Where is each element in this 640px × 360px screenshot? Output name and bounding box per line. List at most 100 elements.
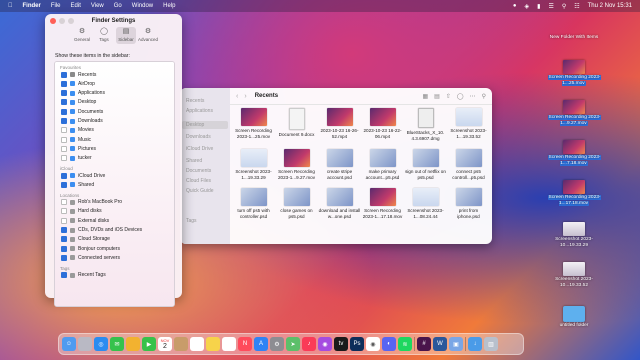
tab-tags[interactable]: ◯ Tags [94, 27, 114, 44]
menu-clock[interactable]: Thu 2 Nov 15:31 [588, 3, 632, 9]
more-icon[interactable]: ⋯ [470, 93, 476, 100]
checkbox[interactable] [61, 145, 67, 152]
dock-appstore-icon[interactable]: A [254, 337, 268, 351]
sidebar-hint[interactable]: Desktop [186, 122, 204, 128]
sidebar-hint[interactable]: Quick Guide [186, 188, 214, 194]
tab-general[interactable]: ⚙ General [72, 27, 92, 44]
sidebar-hint[interactable]: Documents [186, 168, 211, 174]
search-icon[interactable]: ⚲ [482, 93, 486, 100]
checkbox[interactable] [61, 90, 67, 97]
file-item[interactable]: Screen Recording 2023-1...25.mov [232, 108, 275, 141]
menu-file[interactable]: File [51, 3, 61, 9]
apple-menu-icon[interactable]:  [8, 3, 13, 9]
sidebar-option-favourites[interactable]: Documents [61, 108, 103, 115]
dock-discord-icon[interactable]: ◐ [382, 337, 396, 351]
sidebar-option-favourites[interactable]: AirDrop [61, 80, 95, 87]
dock-maps-icon[interactable]: ➤ [286, 337, 300, 351]
forward-icon[interactable]: › [244, 93, 246, 100]
dock-contacts-icon[interactable] [174, 337, 188, 351]
sidebar-option-favourites[interactable]: Desktop [61, 99, 96, 106]
checkbox[interactable] [61, 236, 67, 243]
checkbox[interactable] [61, 199, 67, 206]
sidebar-option-locations[interactable]: External disks [61, 217, 109, 224]
checkbox[interactable] [61, 254, 67, 261]
menu-edit[interactable]: Edit [71, 3, 81, 9]
dock-tv-icon[interactable]: tv [334, 337, 348, 351]
search-icon[interactable]: ⚲ [562, 3, 566, 10]
tab-sidebar[interactable]: ▤ Sidebar [116, 27, 136, 44]
dock-facetime-icon[interactable]: ▶ [142, 337, 156, 351]
sidebar-option-tags[interactable]: Recent Tags [61, 272, 106, 279]
file-item[interactable]: print from iphone.psd [447, 188, 490, 219]
dock-spotify-icon[interactable]: ≋ [398, 337, 412, 351]
dock-word-icon[interactable]: W [433, 337, 447, 351]
share-icon[interactable]: ⇧ [446, 93, 451, 100]
sidebar-hint[interactable]: Cloud Files [186, 178, 211, 184]
checkbox[interactable] [61, 118, 67, 124]
dock-trash-icon[interactable]: ▥ [484, 337, 498, 351]
dock-messages-icon[interactable]: ✉ [110, 337, 124, 351]
desktop-item[interactable]: Screen Recording 2023-1...17.18.mov [544, 180, 604, 206]
sidebar-hint[interactable]: Applications [186, 108, 213, 114]
file-item[interactable]: sign out of netflix on ps5.psd [404, 149, 447, 180]
file-item[interactable]: close games on ps5.psd [275, 188, 318, 219]
desktop-item[interactable]: Screen Recording 2023-1...9.27.mov [544, 100, 604, 126]
menu-app-name[interactable]: Finder [23, 3, 41, 9]
sidebar-hint[interactable]: Downloads [186, 134, 211, 140]
checkbox[interactable] [61, 172, 67, 179]
finder-settings-window[interactable]: Finder Settings ⚙ General ◯ Tags ▤ Sidebar … [45, 14, 182, 307]
sidebar-option-locations[interactable]: Cloud Storage [61, 236, 110, 243]
menu-help[interactable]: Help [163, 3, 175, 9]
file-item[interactable]: 2023-10-23 16-22-06.mp4 [361, 108, 404, 141]
checkbox[interactable] [61, 127, 67, 134]
sidebar-option-favourites[interactable]: Applications [61, 90, 105, 97]
dock-music-icon[interactable]: ♪ [302, 337, 316, 351]
dock-calendar-icon[interactable]: NOV 2 [158, 337, 172, 351]
file-item[interactable]: Screenshot 2023-1...19.33.52 [447, 108, 490, 141]
dock-slack-icon[interactable]: # [417, 337, 431, 351]
dock-notes-icon[interactable] [206, 337, 220, 351]
sidebar-hint[interactable]: Recents [186, 98, 204, 104]
file-item[interactable]: Screen Recording 2023-1...9.27.mov [275, 149, 318, 180]
menu-view[interactable]: View [91, 3, 104, 9]
checkbox[interactable] [61, 71, 67, 78]
file-item[interactable]: Screen Recording 2023-1...17.18.mov [361, 188, 404, 219]
file-item[interactable]: make primary account...p5.psd [361, 149, 404, 180]
checkbox[interactable] [61, 108, 67, 115]
checkbox[interactable] [61, 80, 67, 87]
tag-icon[interactable]: ◯ [457, 93, 464, 100]
bluetooth-icon[interactable]: ◈ [525, 3, 530, 10]
sidebar-option-locations[interactable]: Hard disks [61, 208, 102, 215]
sidebar-option-locations[interactable]: Connected servers [61, 254, 120, 261]
tab-advanced[interactable]: ⚙ Advanced [138, 27, 158, 44]
desktop-item[interactable]: Screenshot 2023-10...19.33.29 [544, 222, 604, 248]
file-item[interactable]: Document 9.docx [275, 108, 318, 141]
sidebar-option-icloud[interactable]: Shared [61, 181, 94, 188]
dock-podcasts-icon[interactable]: ◉ [318, 337, 332, 351]
sidebar-option-icloud[interactable]: iCloud Drive [61, 172, 105, 179]
control-center-icon[interactable]: ☷ [574, 3, 579, 10]
wifi-icon[interactable]: ☰ [548, 3, 553, 10]
view-grid-icon[interactable]: ▦ [423, 93, 429, 100]
dock-news-icon[interactable]: N [238, 337, 252, 351]
dock-launchpad-icon[interactable] [78, 337, 92, 351]
battery-icon[interactable]: ▮ [537, 3, 540, 10]
sidebar-option-favourites[interactable]: Movies [61, 127, 94, 134]
sidebar-option-favourites[interactable]: Pictures [61, 145, 96, 152]
dock-finder-icon[interactable]: ☺ [62, 337, 76, 351]
file-item[interactable]: connect ps5 controll...p5.psd [447, 149, 490, 180]
checkbox[interactable] [61, 217, 67, 224]
dock-settings-icon[interactable]: ⚙ [270, 337, 284, 351]
sidebar-option-favourites[interactable]: Music [61, 136, 91, 143]
checkbox[interactable] [61, 136, 67, 143]
sidebar-option-locations[interactable]: Rob's MacBook Pro [61, 199, 122, 206]
sidebar-option-favourites[interactable]: Downloads [61, 118, 103, 125]
sidebar-option-favourites[interactable]: tucker [61, 155, 92, 162]
checkbox[interactable] [61, 181, 67, 188]
file-item[interactable]: create stripe account.psd [318, 149, 361, 180]
file-item[interactable]: 2023-10-23 16-26-52.mp4 [318, 108, 361, 141]
dock-photos-icon[interactable] [126, 337, 140, 351]
back-icon[interactable]: ‹ [236, 93, 238, 100]
dock-preview-icon[interactable]: ▣ [449, 337, 463, 351]
status-icon[interactable]: ● [513, 3, 517, 9]
